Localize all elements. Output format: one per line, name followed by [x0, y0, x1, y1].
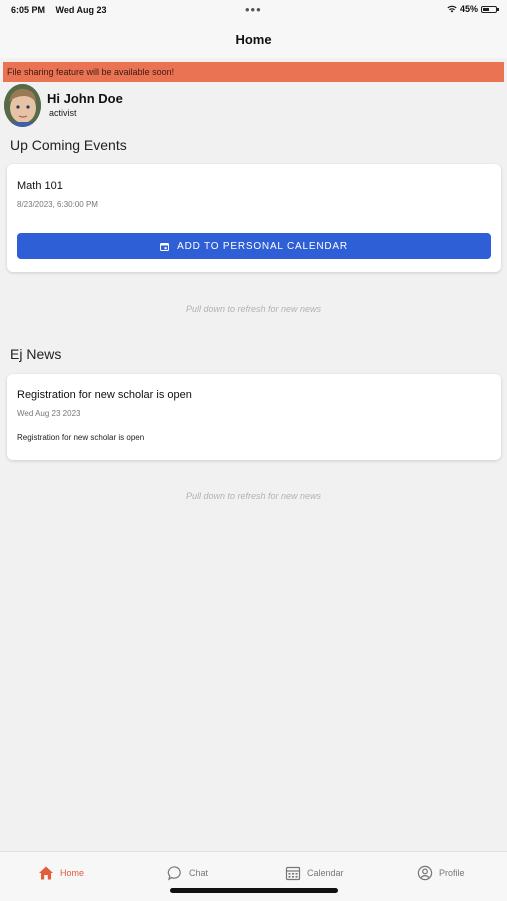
add-to-calendar-label: ADD TO PERSONAL CALENDAR [177, 240, 348, 252]
event-datetime: 8/23/2023, 6:30:00 PM [17, 200, 98, 209]
news-pull-hint: Pull down to refresh for new news [185, 491, 322, 501]
home-icon [39, 866, 53, 880]
profile-icon [417, 865, 433, 881]
battery-icon [481, 5, 499, 13]
page-title: Home [235, 31, 272, 47]
home-indicator[interactable] [170, 888, 338, 893]
battery-percent: 45% [459, 4, 478, 14]
status-indicators: 45% [447, 4, 499, 14]
news-card[interactable]: Registration for new scholar is open Wed… [7, 374, 501, 460]
tab-home[interactable]: Home [38, 862, 84, 884]
status-time: 6:05 PM [11, 5, 46, 15]
events-section-title: Up Coming Events [10, 137, 127, 153]
news-section-title: Ej News [10, 346, 62, 362]
calendar-icon [285, 866, 301, 881]
status-time-date: 6:05 PM Wed Aug 23 [11, 5, 107, 15]
chat-icon [167, 866, 181, 881]
tab-profile[interactable]: Profile [417, 862, 465, 884]
tab-home-label: Home [60, 868, 85, 878]
notice-banner: File sharing feature will be available s… [3, 62, 504, 82]
news-title: Registration for new scholar is open [17, 389, 192, 401]
tab-bar: Home Chat Calendar Profile [0, 851, 507, 901]
status-bar: 6:05 PM Wed Aug 23 ••• 45% [0, 0, 507, 20]
event-card[interactable]: Math 101 8/23/2023, 6:30:00 PM ADD TO PE… [7, 164, 501, 272]
avatar[interactable] [4, 84, 41, 127]
news-date: Wed Aug 23 2023 [17, 409, 81, 418]
status-date: Wed Aug 23 [55, 5, 107, 15]
nav-bar: Home [0, 20, 507, 58]
tab-calendar-label: Calendar [307, 868, 344, 878]
add-to-calendar-button[interactable]: ADD TO PERSONAL CALENDAR [17, 233, 491, 259]
news-body: Registration for new scholar is open [17, 433, 145, 442]
user-header: Hi John Doe activist [4, 84, 304, 130]
multitask-dots[interactable]: ••• [245, 2, 262, 17]
user-role: activist [49, 108, 77, 118]
avatar-image [4, 84, 41, 127]
banner-text: File sharing feature will be available s… [7, 67, 175, 77]
event-title: Math 101 [17, 180, 63, 192]
tab-profile-label: Profile [439, 868, 465, 878]
events-pull-hint: Pull down to refresh for new news [185, 304, 322, 314]
user-greeting: Hi John Doe [47, 91, 123, 106]
tab-chat[interactable]: Chat [167, 862, 208, 884]
tab-calendar[interactable]: Calendar [285, 862, 344, 884]
wifi-icon [447, 5, 457, 13]
calendar-add-icon [160, 242, 170, 251]
tab-chat-label: Chat [189, 868, 209, 878]
